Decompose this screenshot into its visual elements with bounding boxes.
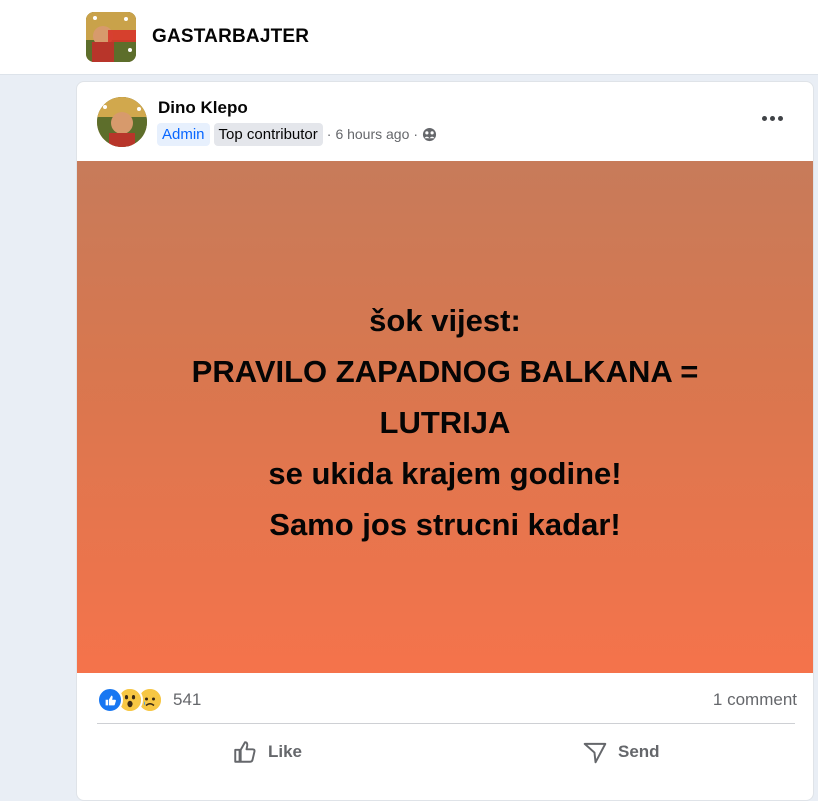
admin-badge[interactable]: Admin bbox=[157, 122, 210, 146]
send-icon bbox=[583, 742, 607, 764]
reaction-icons[interactable] bbox=[97, 687, 163, 713]
post-timestamp[interactable]: 6 hours ago bbox=[335, 126, 409, 142]
post-text-line: PRAVILO ZAPADNOG BALKANA = bbox=[191, 353, 699, 389]
post-text-background[interactable]: šok vijest: PRAVILO ZAPADNOG BALKANA = L… bbox=[77, 161, 813, 673]
post-text-line: LUTRIJA bbox=[379, 404, 511, 440]
top-contributor-badge[interactable]: Top contributor bbox=[213, 122, 323, 146]
reaction-count[interactable]: 541 bbox=[173, 690, 201, 710]
more-dot-icon bbox=[769, 115, 775, 121]
actions-divider bbox=[97, 723, 795, 724]
like-reaction-icon bbox=[97, 687, 123, 713]
more-dot-icon bbox=[777, 115, 783, 121]
group-avatar[interactable] bbox=[86, 12, 136, 62]
send-button[interactable]: Send bbox=[582, 734, 660, 770]
post-text-line: šok vijest: bbox=[369, 302, 521, 338]
like-button-label: Like bbox=[268, 742, 303, 761]
post-meta: Admin Top contributor · 6 hours ago · bbox=[157, 122, 437, 146]
author-avatar[interactable] bbox=[97, 97, 147, 147]
group-header: GASTARBAJTER bbox=[0, 0, 818, 75]
comment-count-link[interactable]: 1 comment bbox=[713, 690, 797, 710]
group-name[interactable]: GASTARBAJTER bbox=[152, 26, 309, 48]
author-avatar-image bbox=[97, 97, 147, 147]
group-avatar-image bbox=[86, 12, 136, 62]
more-dot-icon bbox=[761, 115, 767, 121]
meta-separator: · bbox=[413, 126, 419, 142]
thumbs-up-icon bbox=[234, 741, 256, 763]
group-privacy-icon bbox=[422, 127, 437, 142]
post-text: šok vijest: PRAVILO ZAPADNOG BALKANA = L… bbox=[192, 295, 699, 550]
post-text-line: Samo jos strucni kadar! bbox=[269, 506, 621, 542]
like-button[interactable]: Like bbox=[232, 734, 302, 770]
post-text-line: se ukida krajem godine! bbox=[268, 455, 622, 491]
meta-separator: · bbox=[326, 126, 332, 142]
post-author-name[interactable]: Dino Klepo bbox=[158, 98, 248, 118]
post-options-button[interactable] bbox=[757, 108, 787, 128]
post-card: Dino Klepo Admin Top contributor · 6 hou… bbox=[76, 81, 814, 801]
send-button-label: Send bbox=[618, 742, 660, 761]
reactions-summary: 541 1 comment bbox=[97, 682, 797, 714]
